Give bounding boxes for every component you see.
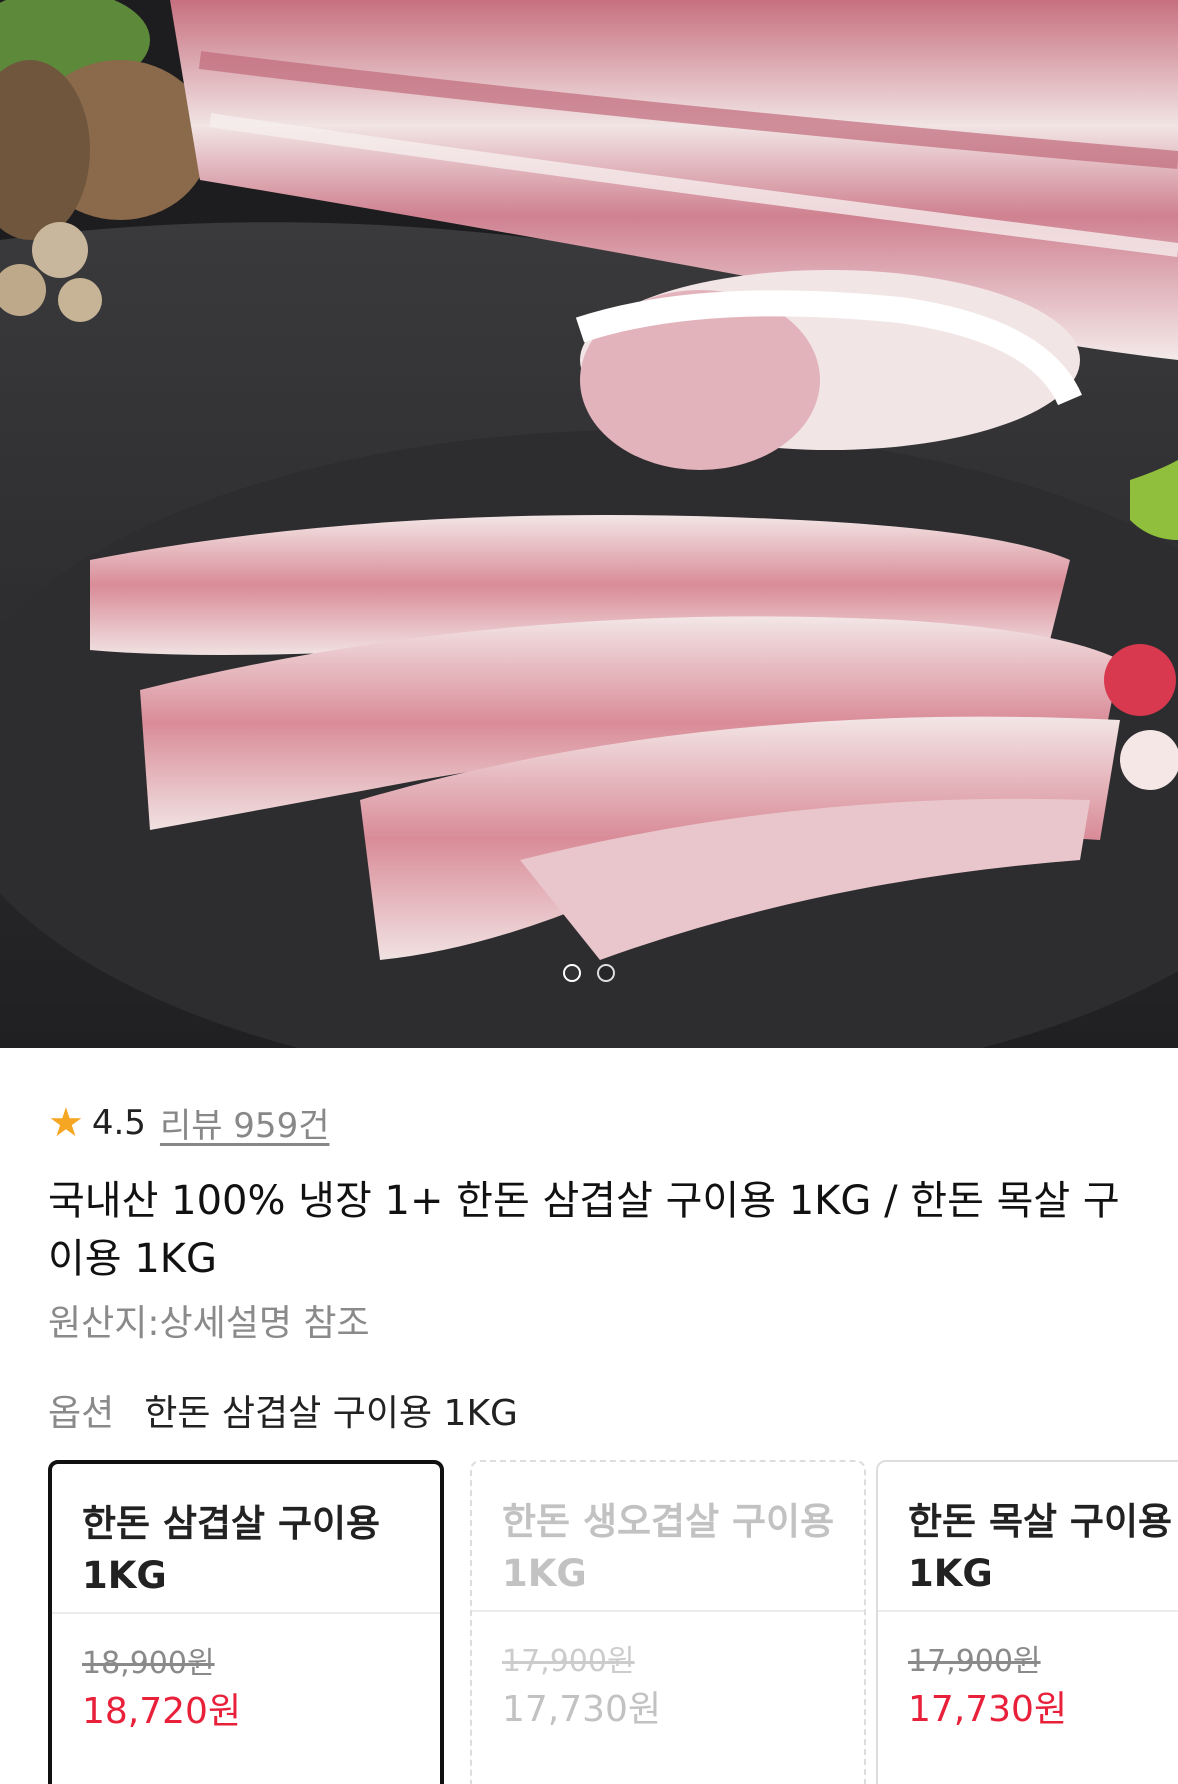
product-image-carousel[interactable] — [0, 0, 1178, 1048]
option-selected-value: 한돈 삼겹살 구이용 1KG — [144, 1393, 518, 1434]
option-label: 옵션 — [48, 1393, 115, 1434]
option-card-samgyeopsal[interactable]: 한돈 삼겹살 구이용 1KG 18,900원 18,720원 — [48, 1460, 444, 1784]
option-card-moksal[interactable]: 한돈 목살 구이용 1KG 17,900원 17,730원 — [876, 1460, 1178, 1784]
carousel-dot-2[interactable] — [597, 964, 615, 982]
product-title: 국내산 100% 냉장 1+ 한돈 삼겹살 구이용 1KG / 한돈 목살 구이… — [48, 1178, 1120, 1282]
rating-row: ★ 4.5 리뷰 959건 — [48, 1098, 329, 1147]
carousel-dot-1[interactable] — [563, 964, 581, 982]
original-price: 17,900원 — [908, 1644, 1041, 1679]
review-count-link[interactable]: 리뷰 959건 — [160, 1098, 330, 1147]
original-price: 17,900원 — [502, 1644, 635, 1679]
option-card-name: 한돈 목살 구이용 1KG — [878, 1462, 1178, 1612]
sale-price: 17,730원 — [908, 1689, 1068, 1730]
rating-value: 4.5 — [91, 1102, 146, 1143]
origin-info: 원산지:상세설명 참조 — [48, 1303, 370, 1344]
option-card-name: 한돈 삼겹살 구이용 1KG — [52, 1464, 440, 1614]
option-card-list[interactable]: 한돈 삼겹살 구이용 1KG 18,900원 18,720원 한돈 생오겹살 구… — [48, 1460, 1178, 1784]
sale-price: 17,730원 — [502, 1689, 662, 1730]
option-card-name: 한돈 생오겹살 구이용 1KG — [472, 1462, 864, 1612]
original-price: 18,900원 — [82, 1646, 215, 1681]
option-card-prices: 17,900원 17,730원 — [472, 1612, 864, 1736]
option-row: 옵션 한돈 삼겹살 구이용 1KG — [48, 1384, 518, 1436]
pork-belly-photo — [0, 0, 1178, 1048]
option-card-prices: 18,900원 18,720원 — [52, 1614, 440, 1738]
sale-price: 18,720원 — [82, 1691, 242, 1732]
star-icon: ★ — [48, 1099, 84, 1146]
carousel-page-indicator[interactable] — [0, 964, 1178, 982]
option-card-prices: 17,900원 17,730원 — [878, 1612, 1178, 1736]
option-card-ogyeopsal[interactable]: 한돈 생오겹살 구이용 1KG 17,900원 17,730원 — [470, 1460, 866, 1784]
